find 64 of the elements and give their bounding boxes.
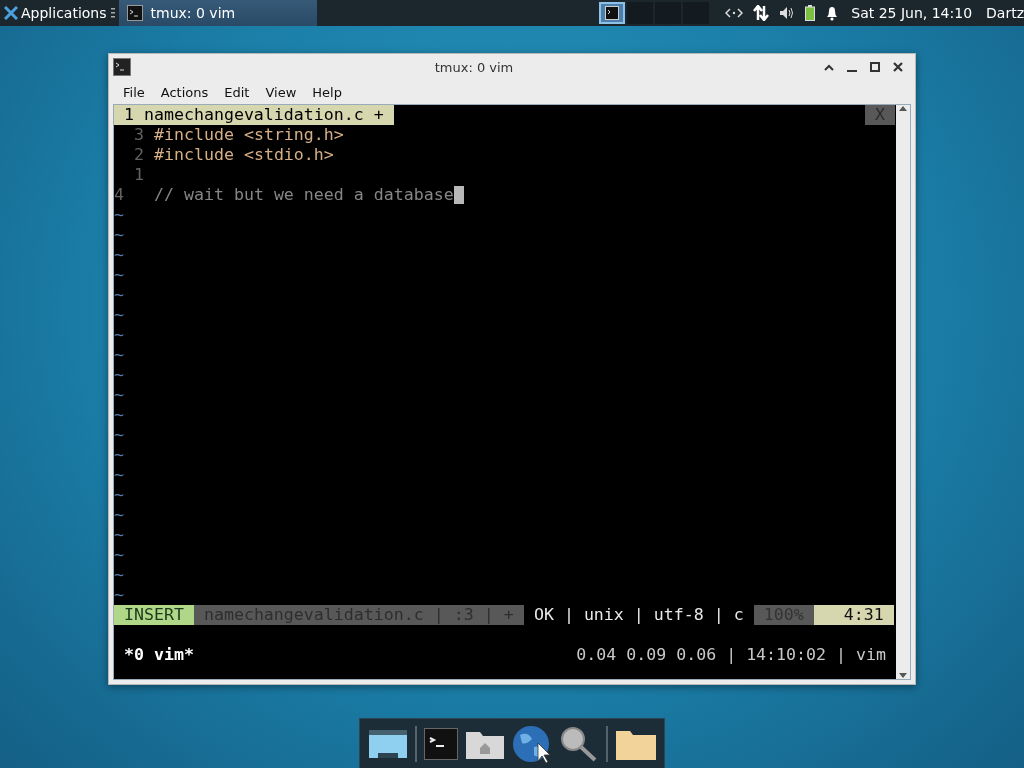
empty-line-marker: ~ xyxy=(114,425,124,445)
network-icon xyxy=(725,7,744,19)
tmux-status: 0.04 0.09 0.06 | 14:10:02 | vim xyxy=(576,645,886,665)
applications-menu[interactable]: Applications xyxy=(0,0,111,26)
menu-item[interactable]: File xyxy=(115,84,153,100)
tmux-window-label[interactable]: *0 vim* xyxy=(124,645,194,665)
empty-line-marker: ~ xyxy=(114,525,124,545)
x-logo-icon xyxy=(4,6,18,20)
terminal-icon xyxy=(423,727,458,760)
code-line: #include <string.h> xyxy=(154,125,344,145)
empty-line-marker: ~ xyxy=(114,265,124,285)
clock[interactable]: Sat 25 Jun, 14:10 xyxy=(851,5,973,21)
workspace-button[interactable] xyxy=(599,2,626,24)
taskbar-button[interactable]: tmux: 0 vim xyxy=(118,0,317,26)
line-number: 2 xyxy=(133,145,144,165)
up-down-arrows-icon xyxy=(753,5,770,21)
mode-indicator: INSERT xyxy=(114,605,194,625)
empty-line-marker: ~ xyxy=(114,305,124,325)
empty-line-marker: ~ xyxy=(114,325,124,345)
empty-line-marker: ~ xyxy=(114,205,124,225)
globe-icon xyxy=(511,724,552,763)
terminal-icon xyxy=(113,58,131,76)
line-number: 3 xyxy=(133,125,144,145)
empty-line-marker: ~ xyxy=(114,505,124,525)
empty-line-marker: ~ xyxy=(114,285,124,305)
close-icon xyxy=(892,62,903,72)
maximize-icon xyxy=(869,62,880,72)
minimize-icon xyxy=(846,70,857,72)
chevron-up-icon xyxy=(823,63,834,71)
code-line: // wait but we need a database xyxy=(154,185,454,205)
menu-item[interactable]: View xyxy=(257,84,305,100)
empty-line-marker: ~ xyxy=(114,225,124,245)
code-line: #include <stdio.h> xyxy=(154,145,334,165)
empty-line-marker: ~ xyxy=(114,385,124,405)
empty-line-marker: ~ xyxy=(114,485,124,505)
menu-item[interactable]: Actions xyxy=(152,84,217,100)
grip-icon xyxy=(110,7,115,19)
scrollbar[interactable] xyxy=(896,105,910,679)
battery-icon xyxy=(805,5,816,21)
terminal-icon xyxy=(126,5,143,21)
window-title: tmux: 0 vim xyxy=(433,59,515,75)
buffer-tab[interactable]: 1 namechangevalidation.c + xyxy=(114,105,394,125)
empty-line-marker: ~ xyxy=(114,405,124,425)
bell-icon xyxy=(825,5,840,21)
empty-line-marker: ~ xyxy=(114,245,124,265)
volume-icon xyxy=(779,6,796,20)
line-number: 1 xyxy=(133,165,144,185)
empty-line-marker: ~ xyxy=(114,365,124,385)
empty-line-marker: ~ xyxy=(114,585,124,605)
empty-line-marker: ~ xyxy=(114,445,124,465)
window-list-icon xyxy=(367,727,408,760)
scroll-down-icon xyxy=(899,673,907,679)
empty-line-marker: ~ xyxy=(114,465,124,485)
line-number: 4 xyxy=(114,185,125,205)
empty-line-marker: ~ xyxy=(114,545,124,565)
empty-line-marker: ~ xyxy=(114,345,124,365)
menu-item[interactable]: Edit xyxy=(216,84,258,100)
empty-line-marker: ~ xyxy=(114,565,124,585)
menu-item[interactable]: Help xyxy=(304,84,350,100)
cursor-position: 4:31 xyxy=(813,605,894,625)
magnifier-icon xyxy=(558,725,599,762)
scroll-up-icon xyxy=(899,105,907,111)
terminal-icon xyxy=(605,6,620,20)
user-name[interactable]: Dartz xyxy=(986,5,1024,21)
